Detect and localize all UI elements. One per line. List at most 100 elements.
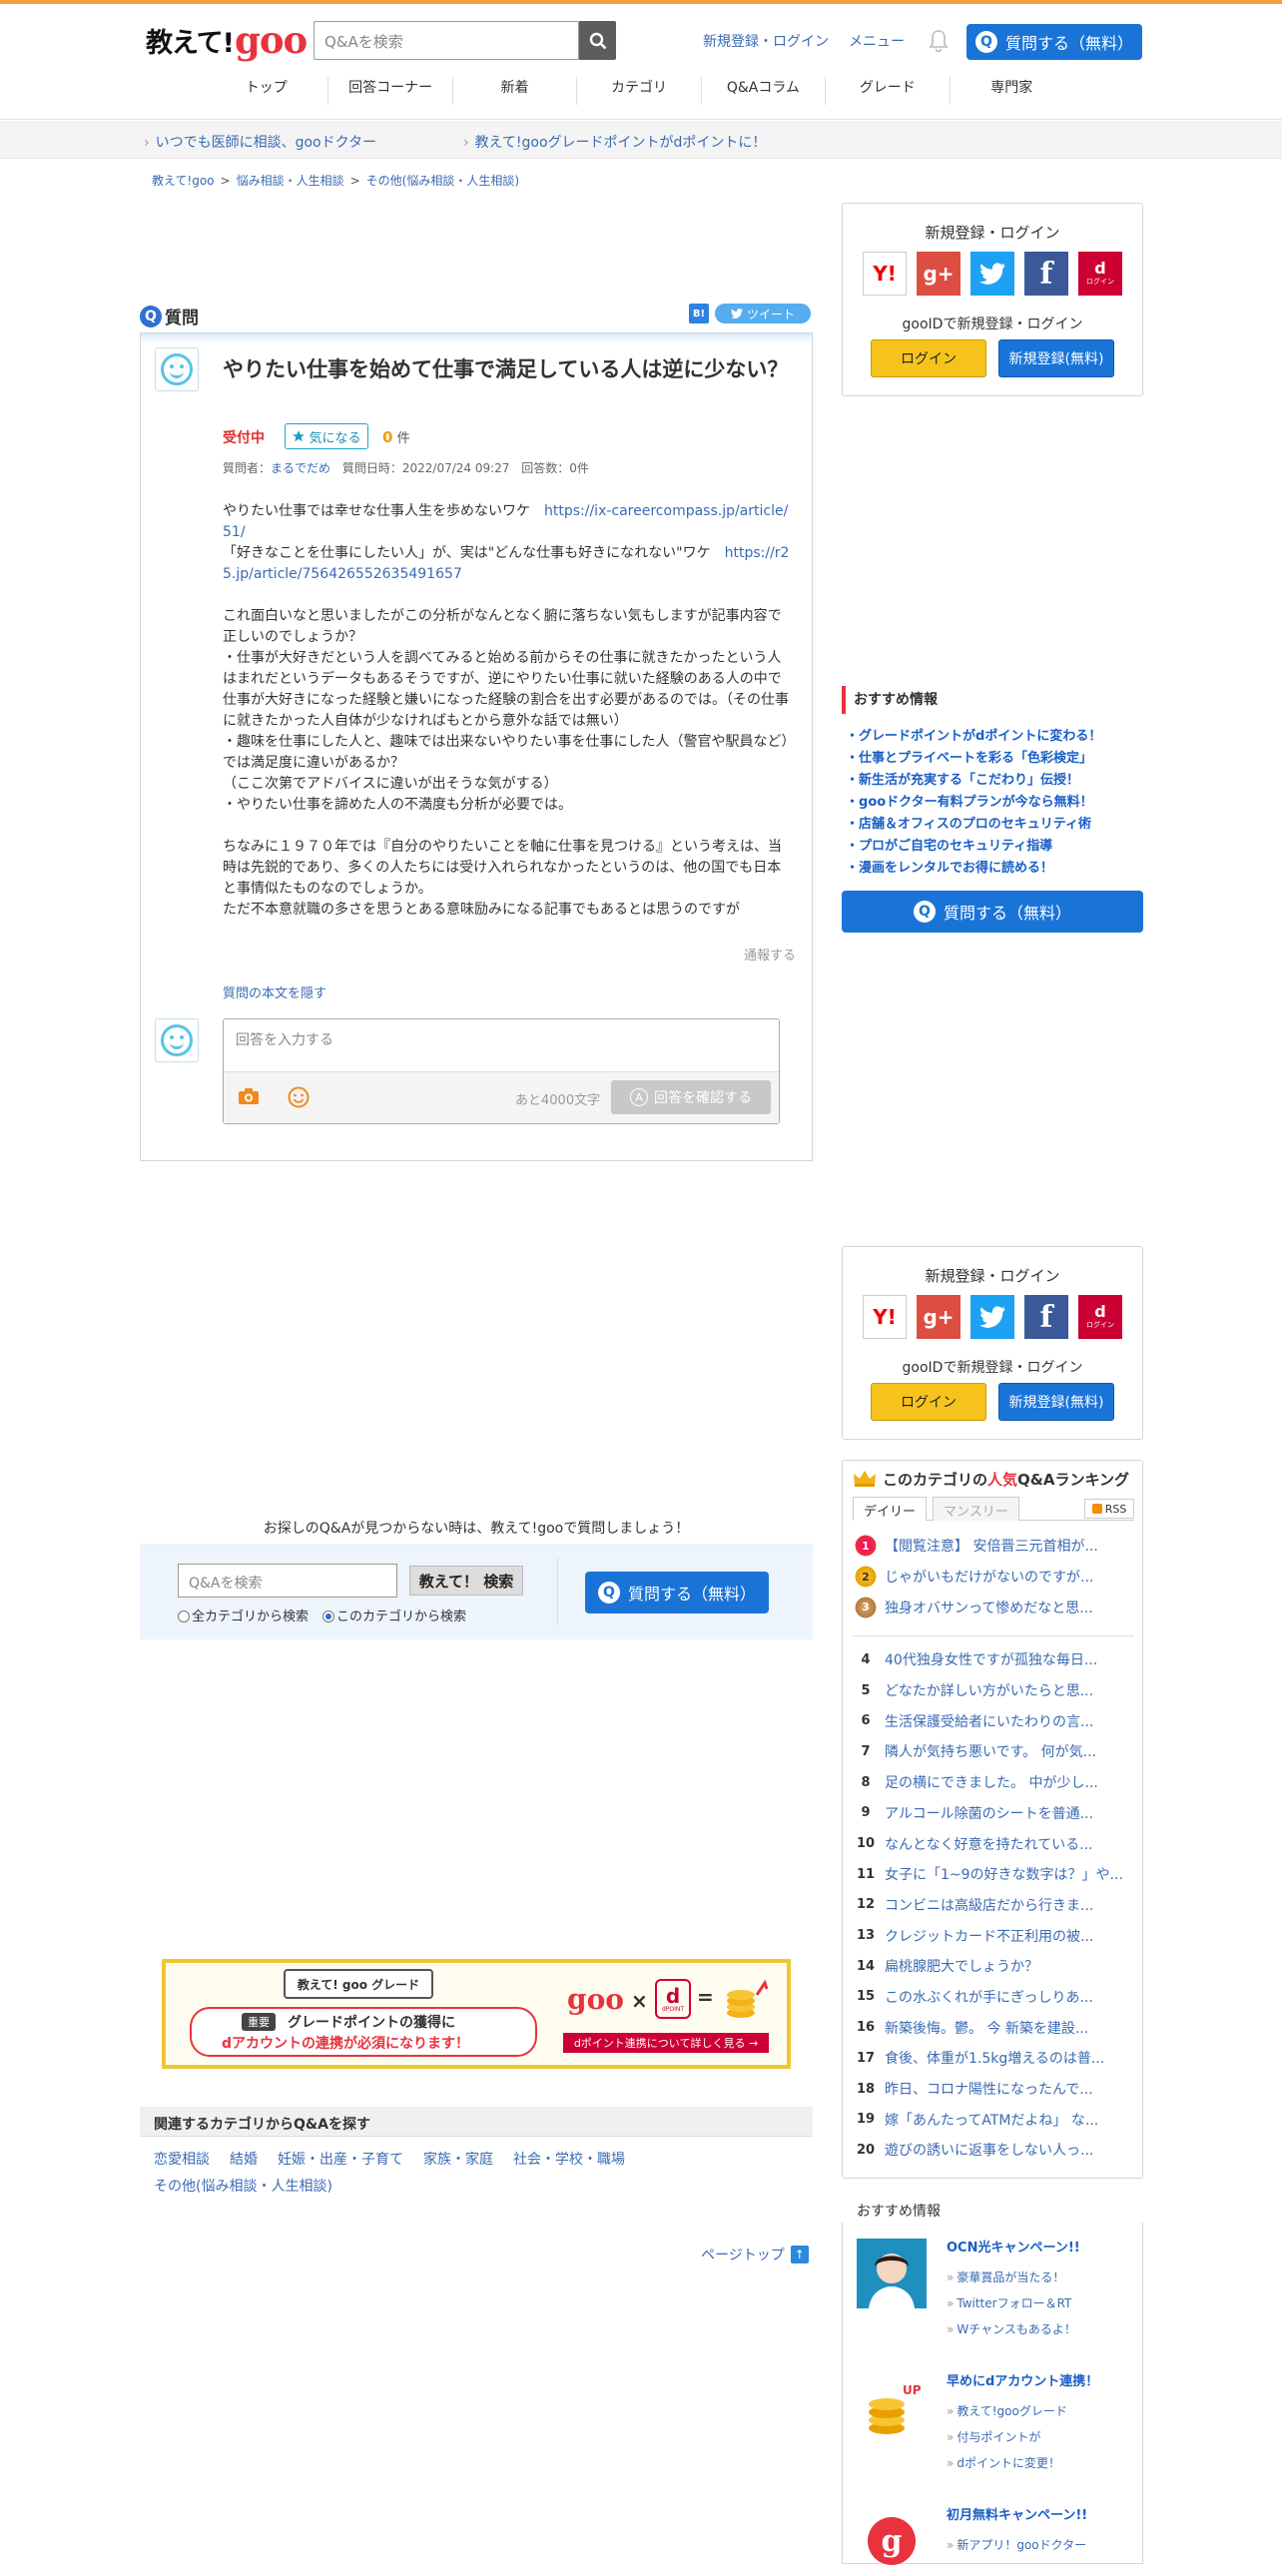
nav-qa-column[interactable]: Q&Aコラム [700, 77, 825, 105]
osusume-link[interactable]: 豪華賞品が当たる！ [947, 2264, 1136, 2290]
google-icon[interactable]: g+ [917, 252, 961, 296]
report-link[interactable]: 通報する [744, 945, 796, 964]
facebook-icon[interactable]: f [1024, 252, 1068, 296]
ranking-item[interactable]: 2 じゃがいもだけがないのですが... [853, 1562, 1134, 1593]
recommend-item[interactable]: プロがご自宅のセキュリティ指導 [842, 836, 1143, 858]
nav-expert[interactable]: 専門家 [949, 77, 1073, 105]
asker-avatar[interactable] [155, 347, 199, 391]
nav-new[interactable]: 新着 [451, 77, 576, 105]
twitter-icon[interactable] [970, 1295, 1014, 1339]
tab-daily[interactable]: デイリー [853, 1497, 928, 1521]
login-button[interactable]: ログイン [871, 1383, 986, 1421]
camera-icon[interactable] [238, 1086, 260, 1106]
dpoint-link[interactable]: 教えて!gooグレードポイントがdポイントに！ [463, 132, 767, 152]
tweet-button[interactable]: ツイート [715, 304, 811, 323]
nav-grade[interactable]: グレード [825, 77, 949, 105]
docomo-icon[interactable]: d ログイン [1078, 1295, 1122, 1339]
bell-icon[interactable] [928, 29, 950, 53]
register-button[interactable]: 新規登録(無料) [998, 339, 1114, 377]
ranking-item[interactable]: 4 40代独身女性ですが孤独な毎日... [853, 1644, 1134, 1675]
ranking-item[interactable]: 13 クレジットカード不正利用の被... [853, 1920, 1134, 1951]
ranking-item[interactable]: 5 どなたか詳しい方がいたらと思... [853, 1675, 1134, 1706]
nav-category[interactable]: カテゴリ [576, 77, 700, 105]
ranking-item[interactable]: 16 新築後悔。鬱。 今 新築を建設... [853, 2012, 1134, 2043]
find-ask-button[interactable]: Q 質問する（無料） [585, 1572, 769, 1613]
recommend-item[interactable]: 仕事とプライベートを彩る「色彩検定」 [842, 748, 1143, 770]
meta-author-link[interactable]: まるでだめ [271, 461, 330, 475]
google-icon[interactable]: g+ [917, 1295, 961, 1339]
tab-monthly[interactable]: マンスリー [933, 1497, 1019, 1521]
search-button[interactable] [579, 21, 616, 60]
site-logo[interactable]: 教えて! goo [146, 18, 308, 62]
osusume-heading[interactable]: OCN光キャンペーン!! [947, 2239, 1136, 2258]
register-button[interactable]: 新規登録(無料) [998, 1383, 1114, 1421]
recommend-item[interactable]: グレードポイントがdポイントに変わる！ [842, 726, 1143, 748]
register-login-link[interactable]: 新規登録・ログイン [703, 31, 829, 51]
osusume-heading[interactable]: 早めにdアカウント連携！ [947, 2372, 1136, 2392]
answer-input[interactable]: 回答を入力する [224, 1019, 779, 1073]
recommend-item[interactable]: gooドクター有料プランが今なら無料！ [842, 792, 1143, 814]
recommend-item[interactable]: 店舗＆オフィスのプロのセキュリティ術 [842, 814, 1143, 836]
ranking-item[interactable]: 9 アルコール除菌のシートを普通... [853, 1798, 1134, 1829]
docomo-icon[interactable]: d ログイン [1078, 252, 1122, 296]
hide-body-link[interactable]: 質問の本文を隠す [223, 982, 326, 1001]
hatena-bookmark-button[interactable]: B! [689, 304, 709, 323]
radio-this-category[interactable]: このカテゴリから検索 [322, 1606, 466, 1624]
osusume-link[interactable]: 付与ポイントが [947, 2424, 1136, 2450]
breadcrumb-category[interactable]: 悩み相談・人生相談 [237, 174, 344, 188]
breadcrumb-home[interactable]: 教えて!goo [152, 174, 215, 188]
ask-question-side-button[interactable]: Q 質問する（無料） [842, 891, 1143, 933]
ranking-item[interactable]: 6 生活保護受給者にいたわりの言... [853, 1705, 1134, 1736]
ranking-item[interactable]: 12 コンビニは高級店だから行きま... [853, 1890, 1134, 1921]
ranking-item[interactable]: 17 食後、体重が1.5kg増えるのは普... [853, 2043, 1134, 2074]
osusume-link[interactable]: dポイントに変更！ [947, 2450, 1136, 2476]
osusume-link[interactable]: Twitterフォロー＆RT [947, 2290, 1136, 2316]
ranking-item[interactable]: 15 この水ぶくれが手にぎっしりあ... [853, 1982, 1134, 2013]
ask-question-button[interactable]: Q 質問する（無料） [966, 24, 1142, 60]
ranking-item[interactable]: 11 女子に「1~9の好きな数字は？」や... [853, 1859, 1134, 1890]
related-link[interactable]: 妊娠・出産・子育て [278, 2152, 403, 2168]
facebook-icon[interactable]: f [1024, 1295, 1068, 1339]
emoji-icon[interactable] [288, 1086, 310, 1108]
related-link[interactable]: その他(悩み相談・人生相談) [154, 2179, 332, 2195]
breadcrumb-subcategory[interactable]: その他(悩み相談・人生相談) [366, 174, 519, 188]
ranking-item[interactable]: 1 【閲覧注意】 安倍晋三元首相が... [853, 1531, 1134, 1562]
related-link[interactable]: 恋愛相談 [154, 2152, 210, 2168]
page-top-link[interactable]: ページトップ ↑ [701, 2245, 809, 2264]
goo-doctor-link[interactable]: いつでも医師に相談、gooドクター [144, 132, 376, 152]
menu-link[interactable]: メニュー [849, 31, 905, 51]
related-link[interactable]: 結婚 [230, 2152, 258, 2168]
kininaru-button[interactable]: 気になる [285, 423, 368, 449]
ranking-item[interactable]: 19 嫁「あんたってATMだよね」 な... [853, 2104, 1134, 2135]
search-input[interactable]: Q&Aを検索 [314, 21, 579, 60]
osusume-link[interactable]: 教えて!gooグレード [947, 2398, 1136, 2424]
rss-button[interactable]: RSS [1084, 1499, 1134, 1519]
osusume-heading[interactable]: 初月無料キャンペーン!! [947, 2506, 1136, 2526]
login-button[interactable]: ログイン [871, 339, 986, 377]
nav-top[interactable]: トップ [205, 77, 327, 105]
ranking-item[interactable]: 18 昨日、コロナ陽性になったんで... [853, 2074, 1134, 2105]
recommend-item[interactable]: 新生活が充実する「こだわり」伝授！ [842, 770, 1143, 792]
nav-answer-corner[interactable]: 回答コーナー [327, 77, 451, 105]
find-search-button[interactable]: 教えて！ 検索 [409, 1566, 523, 1596]
q-icon: Q [974, 31, 997, 53]
ranking-item[interactable]: 20 遊びの誘いに返事をしない人っ... [853, 2135, 1134, 2166]
ranking-item[interactable]: 8 足の横にできました。 中が少し... [853, 1767, 1134, 1798]
grade-dpoint-banner[interactable]: 教えて! goo グレード 重要 グレードポイントの獲得に dアカウントの連携が… [162, 1959, 791, 2069]
confirm-answer-button[interactable]: A 回答を確認する [611, 1080, 771, 1114]
banner-cta[interactable]: dポイント連携について詳しく見る → [563, 2033, 769, 2053]
yahoo-icon[interactable]: Y! [863, 252, 907, 296]
related-link[interactable]: 社会・学校・職場 [513, 2152, 625, 2168]
ranking-item[interactable]: 14 扁桃腺肥大でしょうか？ [853, 1951, 1134, 1982]
osusume-link[interactable]: 新アプリ！gooドクター [947, 2532, 1136, 2558]
ranking-item[interactable]: 3 独身オバサンって惨めだなと思... [853, 1592, 1134, 1622]
yahoo-icon[interactable]: Y! [863, 1295, 907, 1339]
ranking-item[interactable]: 7 隣人が気持ち悪いです。 何が気... [853, 1736, 1134, 1767]
twitter-icon[interactable] [970, 252, 1014, 296]
radio-all-categories[interactable]: 全カテゴリから検索 [178, 1606, 309, 1624]
related-link[interactable]: 家族・家庭 [423, 2152, 493, 2168]
osusume-link[interactable]: Wチャンスもあるよ！ [947, 2316, 1136, 2342]
recommend-item[interactable]: 漫画をレンタルでお得に読める！ [842, 858, 1143, 880]
ranking-item[interactable]: 10 なんとなく好意を持たれている... [853, 1828, 1134, 1859]
find-search-input[interactable]: Q&Aを検索 [178, 1564, 397, 1598]
